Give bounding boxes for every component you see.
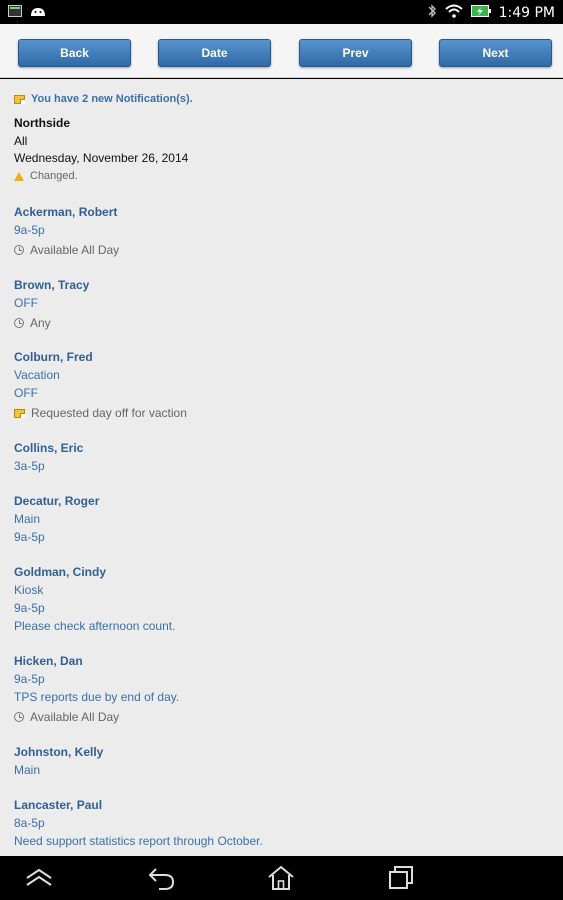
shift-comment: Need support statistics report through O…	[14, 834, 263, 848]
availability: Any	[14, 316, 51, 330]
availability-text: Any	[30, 316, 51, 330]
recent-apps-icon[interactable]	[386, 864, 416, 892]
schedule-content: You have 2 new Notification(s). Northsid…	[0, 79, 563, 856]
clock-icon	[14, 712, 24, 722]
toolbar: Back Date Prev Next	[0, 24, 563, 78]
warning-icon	[14, 171, 24, 181]
hide-keyboard-icon[interactable]	[24, 864, 54, 892]
back-button[interactable]: Back	[18, 39, 131, 67]
status-time: 1:49 PM	[498, 5, 555, 21]
employee-name[interactable]: Lancaster, Paul	[14, 798, 102, 812]
employee-name[interactable]: Hicken, Dan	[14, 654, 83, 668]
availability: Available All Day	[14, 710, 119, 724]
bluetooth-icon	[427, 3, 437, 23]
employee-name[interactable]: Johnston, Kelly	[14, 745, 103, 759]
notification-text: You have 2 new Notification(s).	[31, 93, 193, 105]
employee-name[interactable]: Goldman, Cindy	[14, 565, 106, 579]
shift-time: 9a-5p	[14, 530, 45, 544]
shift-time: 9a-5p	[14, 672, 45, 686]
shift-time: 8a-5p	[14, 816, 45, 830]
note-icon	[14, 94, 25, 104]
employee-name[interactable]: Brown, Tracy	[14, 278, 89, 292]
shift-time: 9a-5p	[14, 223, 45, 237]
availability-text: Available All Day	[30, 243, 120, 257]
employee-note: Requested day off for vaction	[14, 406, 187, 420]
wifi-icon	[444, 4, 463, 22]
availability: Available All Day	[14, 243, 119, 257]
shift-comment: TPS reports due by end of day.	[14, 690, 180, 704]
changed-text: Changed.	[30, 170, 78, 182]
employee-name[interactable]: Ackerman, Robert	[14, 205, 117, 219]
employee-name[interactable]: Colburn, Fred	[14, 350, 93, 364]
availability-text: Available All Day	[30, 710, 120, 724]
filter-label: All	[14, 134, 28, 148]
back-nav-icon[interactable]	[147, 864, 177, 892]
location-name: Northside	[14, 116, 71, 130]
battery-charging-icon	[470, 4, 491, 22]
shift-position: Main	[14, 763, 41, 777]
next-button[interactable]: Next	[439, 39, 552, 67]
home-icon[interactable]	[266, 864, 296, 892]
date-button[interactable]: Date	[158, 39, 271, 67]
shift-position: Vacation	[14, 368, 60, 382]
note-text: Requested day off for vaction	[31, 406, 187, 420]
terminal-icon	[8, 4, 22, 22]
prev-button[interactable]: Prev	[299, 39, 412, 67]
shift-time: OFF	[14, 386, 38, 400]
shift-time: 3a-5p	[14, 459, 45, 473]
android-icon	[30, 4, 46, 22]
employee-name[interactable]: Decatur, Roger	[14, 494, 99, 508]
schedule-date: Wednesday, November 26, 2014	[14, 151, 189, 165]
shift-position: Main	[14, 512, 41, 526]
changed-indicator: Changed.	[14, 170, 78, 182]
shift-comment: Please check afternoon count.	[14, 619, 176, 633]
employee-name[interactable]: Collins, Eric	[14, 441, 83, 455]
shift-time: OFF	[14, 296, 38, 310]
shift-position: Kiosk	[14, 583, 44, 597]
navigation-bar	[0, 856, 563, 900]
clock-icon	[14, 245, 24, 255]
note-icon	[14, 408, 25, 418]
clock-icon	[14, 318, 24, 328]
status-bar: 1:49 PM	[0, 0, 563, 24]
notification-banner[interactable]: You have 2 new Notification(s).	[14, 93, 193, 105]
shift-time: 9a-5p	[14, 601, 45, 615]
